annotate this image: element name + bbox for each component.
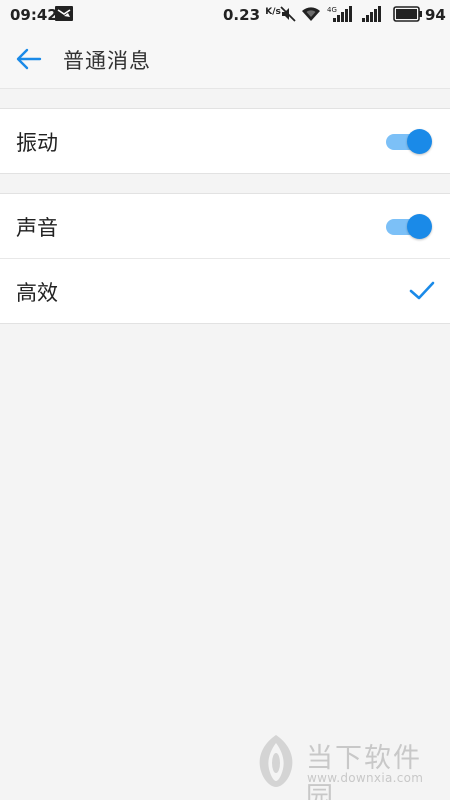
- notification-icon: [55, 6, 73, 21]
- watermark-brand: 当下软件园: [306, 743, 422, 800]
- watermark-url: www.downxia.com: [307, 771, 424, 785]
- vibration-row[interactable]: 振动: [0, 109, 450, 173]
- watermark-logo-icon: [259, 735, 293, 787]
- battery-level: 94: [425, 6, 446, 24]
- toggle-knob: [407, 214, 432, 239]
- app-bar: 普通消息: [0, 28, 450, 89]
- svg-text:4G: 4G: [327, 6, 337, 14]
- page-title: 普通消息: [63, 49, 151, 73]
- cell-signal-2-icon: [362, 6, 381, 22]
- efficient-label: 高效: [16, 281, 58, 305]
- watermark: 当下软件园 www.downxia.com: [250, 733, 445, 800]
- status-bar: 09:42 0.23 K/s 4G 94: [0, 0, 450, 28]
- status-time: 09:42: [10, 6, 58, 24]
- sound-section: 声音 高效: [0, 193, 450, 324]
- sound-label: 声音: [16, 216, 58, 240]
- net-speed: 0.23 K/s: [223, 6, 281, 24]
- checkmark-icon: [409, 281, 435, 300]
- wifi-icon: [302, 7, 320, 21]
- mute-icon: [280, 6, 296, 22]
- cell-signal-icon: 4G: [327, 6, 352, 22]
- sound-row[interactable]: 声音: [0, 194, 450, 258]
- vibration-label: 振动: [16, 131, 58, 155]
- battery-icon: [393, 6, 422, 22]
- vibration-toggle[interactable]: [386, 128, 432, 154]
- screen: 09:42 0.23 K/s 4G 94 普通消息 振动 声音 高效 当下软件园…: [0, 0, 450, 800]
- back-arrow-icon[interactable]: [14, 44, 44, 74]
- vibration-section: 振动: [0, 108, 450, 174]
- efficient-row[interactable]: 高效: [0, 258, 450, 323]
- toggle-knob: [407, 129, 432, 154]
- sound-toggle[interactable]: [386, 213, 432, 239]
